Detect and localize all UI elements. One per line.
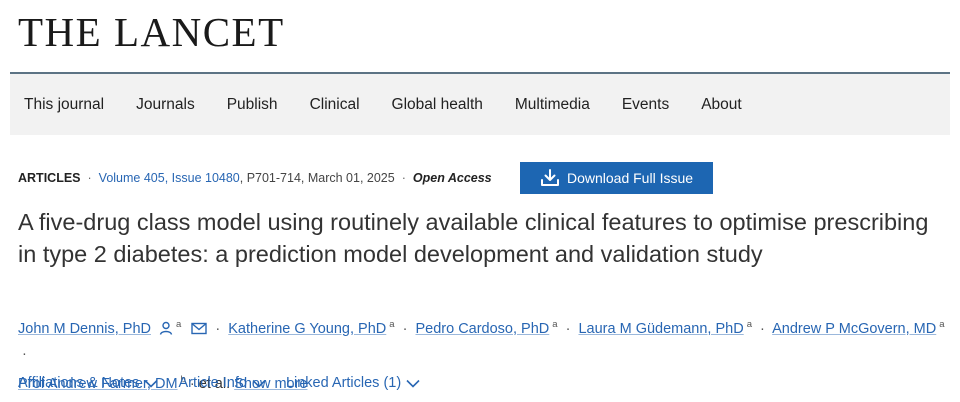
download-full-issue-button[interactable]: Download Full Issue <box>520 162 713 194</box>
author-link[interactable]: Pedro Cardoso, PhD <box>415 321 549 337</box>
author-link[interactable]: Andrew P McGovern, MD <box>772 321 936 337</box>
nav-multimedia[interactable]: Multimedia <box>515 96 590 114</box>
download-icon <box>540 169 559 186</box>
article-info-toggle[interactable]: Article Info <box>178 375 266 391</box>
email-icon[interactable] <box>191 322 208 335</box>
article-type: ARTICLES <box>18 171 81 185</box>
main-nav: This journal Journals Publish Clinical G… <box>10 74 950 135</box>
chevron-down-icon <box>144 379 159 388</box>
article-meta: ARTICLES · Volume 405, Issue 10480 , P70… <box>18 162 492 194</box>
author-separator: · <box>402 321 408 337</box>
affiliations-notes-toggle[interactable]: Affiliations & Notes <box>18 375 159 391</box>
masthead: THE LANCET <box>0 0 960 72</box>
nav-journals[interactable]: Journals <box>136 96 195 114</box>
person-icon[interactable] <box>159 321 173 335</box>
nav-global-health[interactable]: Global health <box>392 96 483 114</box>
nav-clinical[interactable]: Clinical <box>310 96 360 114</box>
nav-this-journal[interactable]: This journal <box>24 96 104 114</box>
meta-separator: · <box>87 171 92 185</box>
affiliation-marker: a <box>746 319 752 330</box>
author-separator: · <box>215 321 221 337</box>
chevron-down-icon <box>406 379 420 388</box>
author-separator: · <box>22 346 27 362</box>
author-link[interactable]: Laura M Güdemann, PhD <box>578 321 743 337</box>
author-link[interactable]: John M Dennis, PhD <box>18 321 151 337</box>
author-link[interactable]: Katherine G Young, PhD <box>228 321 386 337</box>
pages-date: , P701-714, March 01, 2025 <box>239 171 395 185</box>
affiliation-marker: a <box>552 319 558 330</box>
article-info-label: Article Info <box>178 375 247 391</box>
volume-issue-link[interactable]: Volume 405, Issue 10480 <box>99 171 240 185</box>
chevron-down-icon <box>252 379 266 388</box>
nav-publish[interactable]: Publish <box>227 96 278 114</box>
linked-articles-label: Linked Articles (1) <box>285 375 402 391</box>
open-access-label: Open Access <box>412 171 492 185</box>
affiliation-marker: a <box>389 319 395 330</box>
meta-separator: · <box>401 171 406 185</box>
author-separator: · <box>565 321 571 337</box>
lancet-logo[interactable]: THE LANCET <box>18 8 285 56</box>
affiliations-notes-label: Affiliations & Notes <box>18 375 140 391</box>
nav-events[interactable]: Events <box>622 96 669 114</box>
article-subnav: Affiliations & Notes Article Info Linked… <box>18 371 440 395</box>
author-separator: · <box>760 321 765 337</box>
nav-about[interactable]: About <box>701 96 742 114</box>
download-button-label: Download Full Issue <box>566 170 694 186</box>
affiliation-marker: a <box>176 319 182 330</box>
article-title: A five-drug class model using routinely … <box>18 209 929 267</box>
linked-articles-toggle[interactable]: Linked Articles (1) <box>286 375 420 391</box>
affiliation-marker: a <box>939 319 945 330</box>
